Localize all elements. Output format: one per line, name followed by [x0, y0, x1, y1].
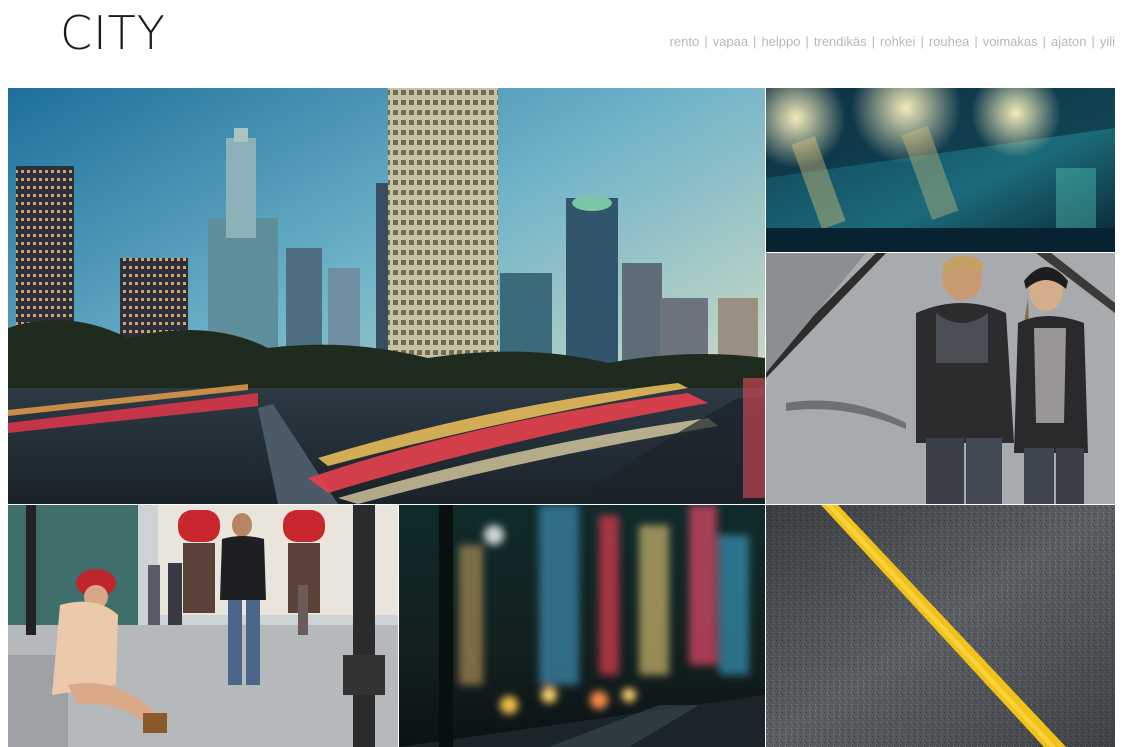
nav-separator: |	[920, 34, 924, 49]
blurred-city-night-photo[interactable]	[399, 505, 765, 747]
nav-link-helppo[interactable]: helppo	[761, 34, 800, 49]
nav-separator: |	[1091, 34, 1095, 49]
street-sitting-illustration	[8, 505, 398, 747]
fashion-couple-photo[interactable]	[766, 253, 1115, 504]
asphalt-yellow-line-photo[interactable]	[766, 505, 1115, 747]
night-lights-photo[interactable]	[766, 88, 1115, 252]
site-logo[interactable]: CITY	[60, 6, 166, 60]
street-sitting-photo[interactable]	[8, 505, 398, 747]
nav-link-yili[interactable]: yili	[1100, 34, 1115, 49]
night-lights-illustration	[766, 88, 1115, 252]
nav-separator: |	[871, 34, 876, 49]
skyline-illustration	[8, 88, 765, 504]
nav-separator: |	[704, 34, 708, 49]
asphalt-illustration	[766, 505, 1115, 747]
nav-link-vapaa[interactable]: vapaa	[713, 34, 748, 49]
category-nav: rento | vapaa | helppo | trendikäs | rohkei |…	[670, 34, 1115, 49]
nav-separator: |	[805, 34, 809, 49]
nav-separator: |	[974, 34, 978, 49]
nav-link-voimakas[interactable]: voimakas	[983, 34, 1038, 49]
nav-link-ajaton[interactable]: ajaton	[1051, 34, 1086, 49]
nav-separator: |	[1042, 34, 1047, 49]
nav-link-rouhea[interactable]: rouhea	[929, 34, 969, 49]
skyline-photo[interactable]	[8, 88, 765, 504]
nav-link-rento[interactable]: rento	[670, 34, 700, 49]
nav-separator: |	[753, 34, 757, 49]
fashion-couple-illustration	[766, 253, 1115, 504]
nav-link-trendikas[interactable]: trendikäs	[814, 34, 867, 49]
nav-link-rohkei[interactable]: rohkei	[880, 34, 915, 49]
blurred-city-night-illustration	[399, 505, 765, 747]
